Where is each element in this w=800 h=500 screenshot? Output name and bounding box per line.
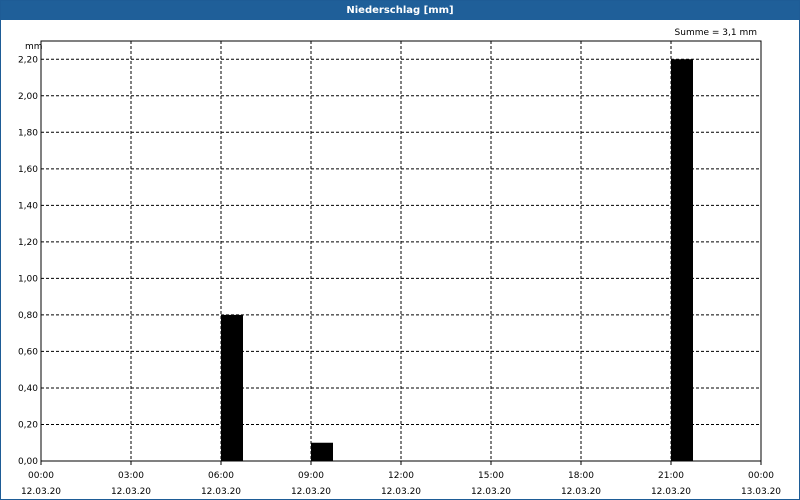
y-tick-label: 0,00 — [18, 457, 38, 467]
precipitation-bar — [221, 314, 243, 461]
y-tick-label: 0,60 — [18, 347, 38, 357]
x-tick-date-label: 12.03.20 — [21, 487, 61, 497]
y-tick-label: 1,80 — [18, 128, 38, 138]
y-tick-label: 0,20 — [18, 420, 38, 430]
y-tick-label: 1,00 — [18, 274, 38, 284]
x-tick-time-label: 00:00 — [28, 471, 54, 481]
x-tick-time-label: 09:00 — [298, 471, 324, 481]
precipitation-chart: 0,00 0,20 0,40 0,60 0,80 1,00 1,20 1,40 1,60 1,80… — [18, 28, 781, 497]
precipitation-bar — [671, 59, 693, 462]
y-tick-label: 0,80 — [18, 311, 38, 321]
x-tick-date-label: 12.03.20 — [651, 487, 691, 497]
x-tick-time-label: 21:00 — [658, 471, 684, 481]
y-tick-label: 2,00 — [18, 92, 38, 102]
x-tick-date-label: 12.03.20 — [201, 487, 241, 497]
x-tick-time-label: 15:00 — [478, 471, 504, 481]
x-tick-date-label: 12.03.20 — [561, 487, 601, 497]
x-tick-date-label: 12.03.20 — [471, 487, 511, 497]
y-tick-label: 1,20 — [18, 238, 38, 248]
x-tick-time-label: 03:00 — [118, 471, 144, 481]
x-tick-date-label: 12.03.20 — [381, 487, 421, 497]
x-tick-time-label: 12:00 — [388, 471, 414, 481]
y-axis-unit-label: mm — [25, 42, 43, 52]
chart-window: Niederschlag [mm] 0,00 0,20 0,40 0,60 0,80 1,… — [0, 0, 800, 500]
y-tick-label: 1,40 — [18, 201, 38, 211]
y-tick-label: 2,20 — [18, 55, 38, 65]
y-tick-label: 0,40 — [18, 384, 38, 394]
x-tick-date-label: 12.03.20 — [111, 487, 151, 497]
y-tick-label: 1,60 — [18, 165, 38, 175]
x-tick-time-label: 18:00 — [568, 471, 594, 481]
x-tick-date-label: 12.03.20 — [291, 487, 331, 497]
x-tick-time-label: 00:00 — [748, 471, 774, 481]
sum-label: Summe = 3,1 mm — [675, 28, 757, 38]
precipitation-bar — [311, 442, 333, 461]
x-tick-time-label: 06:00 — [208, 471, 234, 481]
x-tick-date-label: 13.03.20 — [741, 487, 781, 497]
